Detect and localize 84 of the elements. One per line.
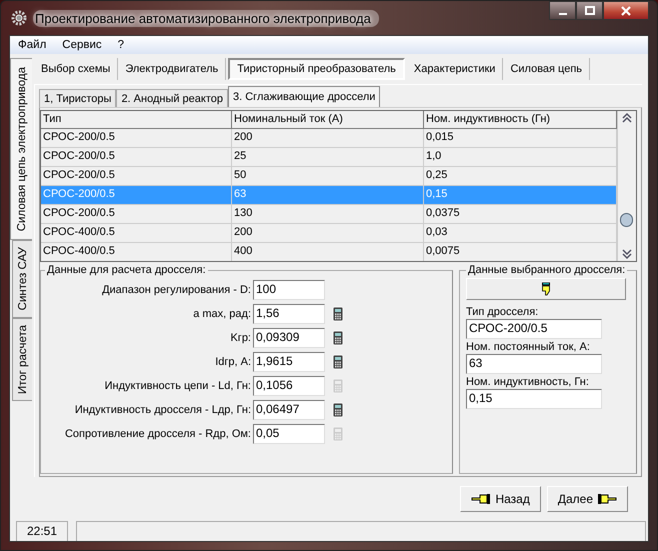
table-cell: СРОС-400/0.5: [41, 243, 232, 261]
next-button[interactable]: Далее: [546, 486, 628, 512]
scroll-down-icon[interactable]: [621, 247, 633, 261]
tab[interactable]: Выбор схемы: [34, 58, 118, 80]
table-cell: 200: [232, 224, 424, 243]
tab[interactable]: Тиристорный преобразователь: [228, 58, 405, 80]
minimize-button[interactable]: [549, 1, 576, 20]
select-button[interactable]: [466, 278, 626, 300]
field-label: Ном. постоянный ток, A:: [466, 341, 591, 353]
table-cell: 130: [232, 205, 424, 224]
field-label: a max, рад:: [192, 308, 252, 320]
group-title: Данные для расчета дросселя:: [46, 264, 207, 276]
table-cell: 1,0: [424, 148, 617, 167]
scroll-up-icon[interactable]: [621, 111, 633, 125]
menu-item[interactable]: ?: [110, 39, 132, 51]
input-field[interactable]: 0,15: [466, 389, 602, 409]
tab[interactable]: 1, Тиристоры: [39, 89, 116, 107]
calculator-icon[interactable]: [333, 331, 343, 345]
table-cell: СРОС-200/0.5: [41, 186, 232, 205]
calculator-icon[interactable]: [333, 307, 343, 321]
column-header[interactable]: Номинальный ток (A): [232, 111, 424, 129]
table-cell: 200: [232, 129, 424, 148]
maximize-icon: [584, 6, 594, 16]
pointing-hand-icon: [597, 493, 617, 505]
maximize-button[interactable]: [576, 1, 603, 20]
table-row[interactable]: СРОС-400/0.5 400 0,0075: [41, 243, 617, 261]
field-label: Диапазон регулирования - D:: [101, 284, 252, 296]
close-button[interactable]: [603, 1, 649, 20]
table-row[interactable]: СРОС-200/0.5 25 1,0: [41, 148, 617, 167]
close-icon: [621, 6, 631, 16]
table-cell: 0,0375: [424, 205, 617, 224]
tab[interactable]: Электродвигатель: [118, 58, 226, 80]
field-label: Индуктивность дросселя - Lдр, Гн:: [74, 404, 252, 416]
input-field[interactable]: 63: [466, 354, 602, 374]
menu-item[interactable]: Сервис: [54, 39, 110, 51]
table-cell: СРОС-200/0.5: [41, 129, 232, 148]
table-cell: 400: [232, 243, 424, 261]
table-row[interactable]: СРОС-400/0.5 200 0,03: [41, 224, 617, 243]
table-cell: 0,015: [424, 129, 617, 148]
field-label: Kгр:: [229, 332, 252, 344]
side-tab[interactable]: Синтез САУ: [12, 240, 32, 318]
table-cell: 0,03: [424, 224, 617, 243]
input-field[interactable]: 0,09309: [253, 328, 325, 348]
field-label: Тип дросселя:: [466, 306, 540, 318]
table-cell: СРОС-200/0.5: [41, 205, 232, 224]
tab[interactable]: Характеристики: [406, 58, 504, 80]
table-cell: 25: [232, 148, 424, 167]
table-row[interactable]: СРОС-200/0.5 130 0,0375: [41, 205, 617, 224]
input-field[interactable]: 100: [253, 280, 325, 300]
input-field[interactable]: 0,1056: [253, 376, 325, 396]
table-cell: СРОС-200/0.5: [41, 148, 232, 167]
tab[interactable]: Силовая цепь: [503, 58, 590, 80]
column-header[interactable]: Тип: [41, 111, 232, 129]
column-header[interactable]: Ном. индуктивность (Гн): [424, 111, 617, 129]
pointing-hand-icon: [471, 493, 492, 505]
tab[interactable]: 2. Анодный реактор: [116, 89, 228, 107]
side-tab[interactable]: Итог расчета: [12, 318, 32, 401]
status-time: 22:51: [16, 521, 68, 541]
field-label: Ном. индуктивность, Гн:: [466, 376, 590, 388]
table-cell: СРОС-400/0.5: [41, 224, 232, 243]
table-cell: 0,15: [424, 186, 617, 205]
input-field[interactable]: СРОС-200/0.5: [466, 319, 602, 339]
scroll-thumb[interactable]: [620, 213, 633, 227]
table-row[interactable]: СРОС-200/0.5 200 0,015: [41, 129, 617, 148]
field-label: Idгр, A:: [214, 356, 252, 368]
calculator-icon[interactable]: [333, 355, 343, 369]
menu-item[interactable]: Файл: [10, 39, 54, 51]
scrollbar[interactable]: [617, 111, 636, 261]
side-tab[interactable]: Силовая цепь электропривода: [10, 58, 32, 240]
input-field[interactable]: 0,06497: [253, 400, 325, 420]
minimize-icon: [558, 12, 566, 14]
group-title: Данные выбранного дросселя:: [467, 264, 626, 276]
field-label: Сопротивление дросселя - Rдр, Ом:: [64, 428, 252, 440]
input-field[interactable]: 0,05: [253, 424, 325, 444]
pointing-hand-icon: [541, 282, 551, 296]
input-field[interactable]: 1,9615: [253, 352, 325, 372]
gear-icon: [11, 10, 27, 26]
calculator-icon[interactable]: [333, 403, 343, 417]
field-label: Индуктивность цепи - Ld, Гн:: [104, 380, 252, 392]
table-cell: 63: [232, 186, 424, 205]
tab[interactable]: 3. Сглаживающие дроссели: [228, 86, 380, 107]
table-cell: 0,0075: [424, 243, 617, 261]
input-field[interactable]: 1,56: [253, 304, 325, 324]
back-button[interactable]: Назад: [460, 486, 541, 512]
